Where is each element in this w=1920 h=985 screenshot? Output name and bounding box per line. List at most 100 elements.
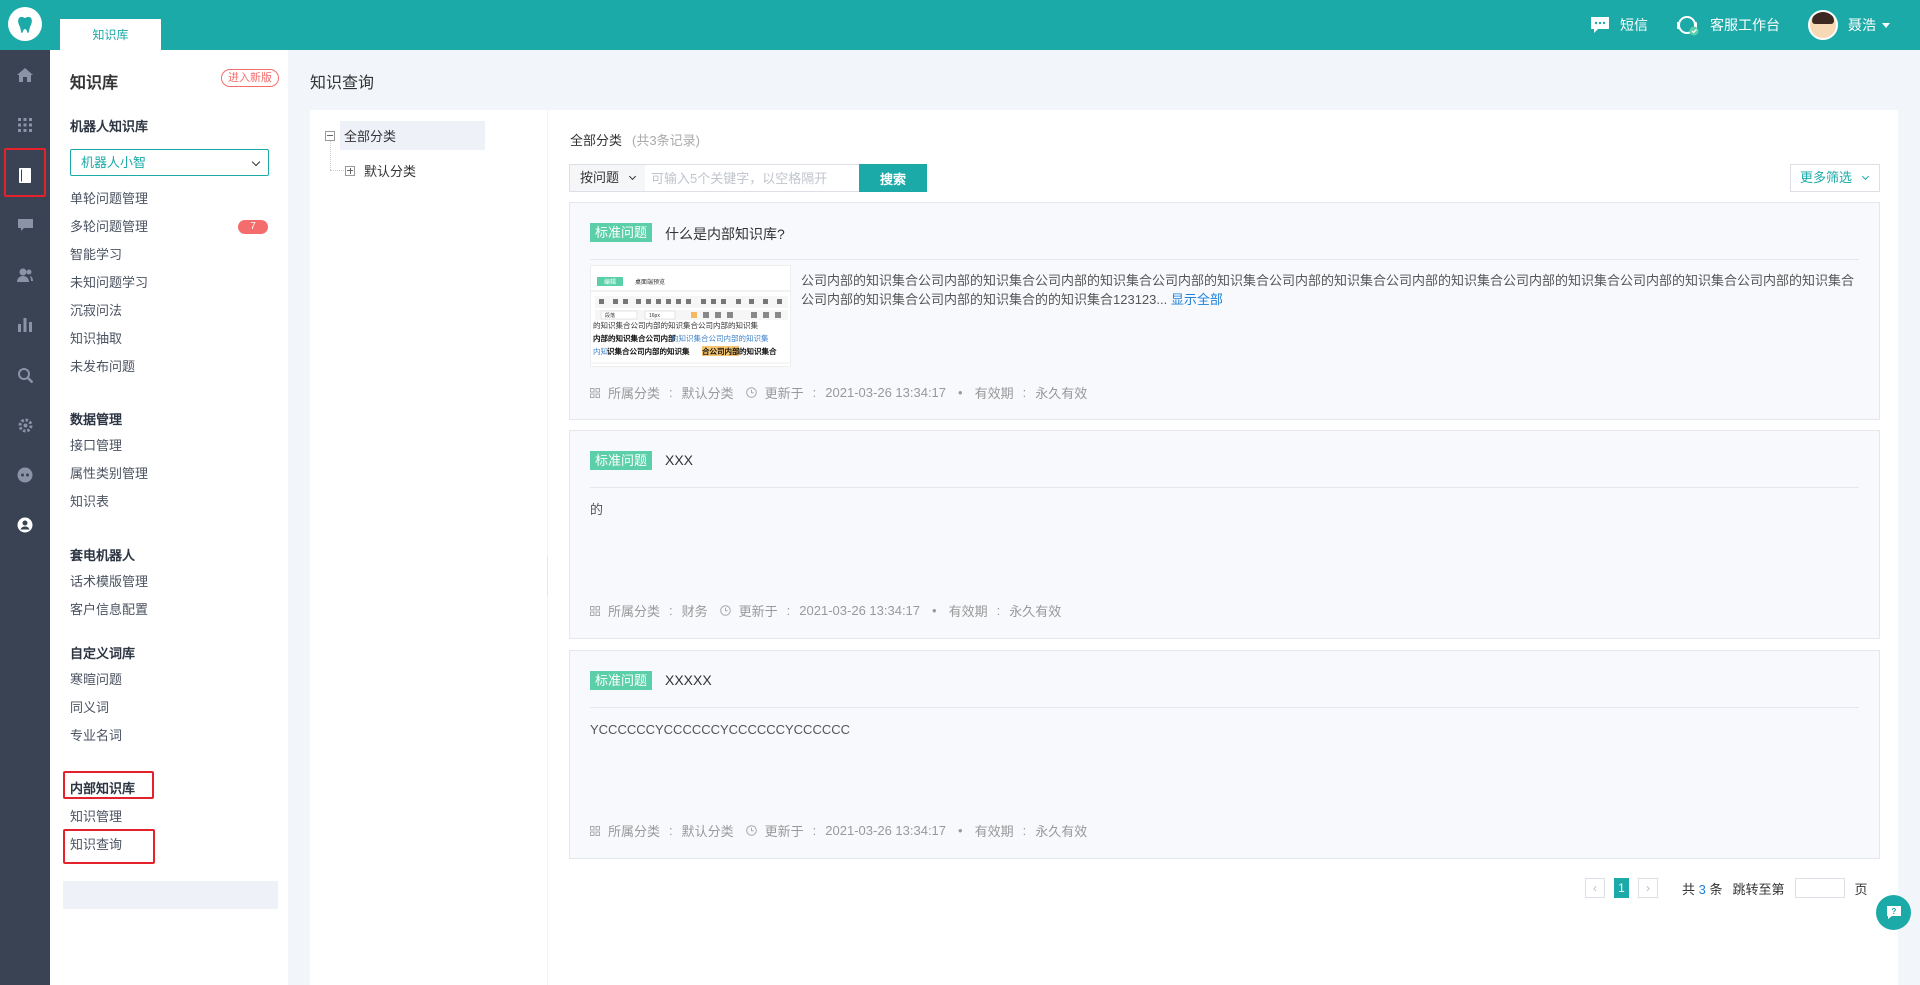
sidebar-item-knowledge-management[interactable]: 知识管理 [70,807,122,827]
user-menu[interactable]: 聂浩 [1808,10,1890,40]
knowledge-card[interactable]: 标准问题 XXXXX YCCCCCCYCCCCCCYCCCCCCYCCCCCC … [569,650,1880,859]
sidebar-item-unknown-questions[interactable]: 未知问题学习 [70,273,148,293]
show-all-link[interactable]: 显示全部 [1171,292,1223,307]
search-button[interactable]: 搜索 [859,164,927,192]
updated-value: 2021-03-26 13:34:17 [825,385,947,400]
updated-value: 2021-03-26 13:34:17 [825,823,947,838]
sms-button[interactable]: 短信 [1590,15,1648,35]
apps-grid-icon[interactable] [0,113,50,137]
valid-value: 永久有效 [1009,604,1062,619]
workbench-button[interactable]: 客服工作台 [1676,14,1780,36]
divider [590,487,1859,488]
search-quality-icon[interactable] [0,363,50,387]
sidebar-item-knowledge-query[interactable]: 知识查询 [70,835,122,855]
tree-node-label: 默认分类 [364,164,417,179]
valid-value: 永久有效 [1035,824,1088,839]
next-page-button[interactable]: › [1638,878,1658,898]
more-filter-label: 更多筛选 [1800,170,1853,185]
jump-page-input[interactable] [1794,878,1845,898]
message-icon [1591,17,1609,33]
home-icon[interactable] [0,63,50,87]
group-internal-kb: 内部知识库 [70,781,136,796]
tree-node-default[interactable]: 默认分类 [345,161,416,180]
search-type-select[interactable]: 按问题 [569,164,646,192]
page-number-current[interactable]: 1 [1614,878,1629,898]
updated-label: 更新于 [764,386,804,401]
pagination: ‹ 1 › 共 3 条 跳转至第 页 [1585,878,1868,898]
chart-icon[interactable] [0,313,50,337]
search-input[interactable] [645,164,860,192]
headset-icon [1677,16,1699,36]
card-meta: 所属分类: 财务 更新于:2021-03-26 13:34:17 • 有效期: 永久… [590,601,1061,620]
multi-turn-badge: 7 [238,220,268,234]
sidebar-item-smart-learning[interactable]: 智能学习 [70,245,122,265]
knowledge-card[interactable]: 标准问题 XXX 的 所属分类: 财务 更新于:2021-03-26 13:34:… [569,430,1880,639]
help-button[interactable]: ? [1876,895,1911,930]
group-call-robot: 套电机器人 [70,548,136,563]
divider [590,259,1859,260]
group-robot-kb: 机器人知识库 [70,119,149,134]
answer-preview: 公司内部的知识集合公司内部的知识集合公司内部的知识集合公司内部的知识集合公司内部… [801,271,1861,309]
chat-icon[interactable] [0,213,50,237]
sidebar-item-knowledge-table[interactable]: 知识表 [70,492,109,512]
sidebar-item-single-turn[interactable]: 单轮问题管理 [70,189,148,209]
sidebar-item-multi-turn[interactable]: 多轮问题管理 [70,217,148,237]
category-value: 默认分类 [681,824,734,839]
robot-icon[interactable] [0,463,50,487]
sidebar-item-knowledge-extraction[interactable]: 知识抽取 [70,329,122,349]
users-icon[interactable] [0,263,50,287]
gear-icon[interactable] [0,413,50,437]
workbench-label: 客服工作台 [1710,17,1780,33]
category-tree-panel [310,110,547,985]
clock-icon [719,605,731,616]
active-item-background [63,881,278,909]
group-data-management: 数据管理 [70,412,123,427]
top-bar: 知识库 短信 客服工作台 聂浩 [0,0,1920,50]
question-title[interactable]: XXX [665,452,693,468]
sidebar-item-synonyms[interactable]: 同义词 [70,698,109,718]
expand-icon[interactable] [345,165,355,176]
sidebar-item-customer-info[interactable]: 客户信息配置 [70,600,148,620]
updated-value: 2021-03-26 13:34:17 [799,603,921,618]
svg-text:桌面端预览: 桌面端预览 [635,278,665,286]
tree-node-all[interactable]: 全部分类 [325,126,396,145]
svg-text:16px: 16px [649,313,660,319]
jump-label: 跳转至第 [1732,881,1785,897]
category-grid-icon [590,825,600,836]
clock-icon [745,387,757,398]
valid-label: 有效期 [974,824,1014,839]
sidebar-item-api[interactable]: 接口管理 [70,436,122,456]
more-filter-button[interactable]: 更多筛选 [1790,164,1880,192]
sidebar-item-terminology[interactable]: 专业名词 [70,726,122,746]
tooth-logo-icon[interactable] [8,7,42,41]
category-label: 所属分类 [608,604,661,619]
answer-text: 的 [590,502,604,517]
sidebar-item-attribute-types[interactable]: 属性类别管理 [70,464,148,484]
sidebar-item-small-talk[interactable]: 寒暄问题 [70,670,122,690]
knowledge-card[interactable]: 标准问题 什么是内部知识库? 编辑 桌面端预览 段落 16px 的知识集合公司内… [569,202,1880,420]
tab-knowledge-base[interactable]: 知识库 [60,17,161,50]
chevron-down-icon [628,172,637,181]
new-version-button[interactable]: 进入新版 [221,69,279,87]
knowledge-sidebar: 知识库 进入新版 机器人知识库 机器人小智 单轮问题管理 多轮问题管理 7 智能… [50,50,288,985]
total-count: 共 3 条 [1682,881,1723,897]
question-title[interactable]: XXXXX [665,672,712,688]
svg-text:识集合公司内部的知识集: 识集合公司内部的知识集 [607,346,690,356]
svg-text:合公司内部: 合公司内部 [702,346,740,356]
updated-label: 更新于 [738,604,778,619]
book-icon[interactable] [0,163,50,187]
search-type-value: 按问题 [580,170,620,185]
account-icon[interactable] [0,513,50,537]
sidebar-item-silent-phrasing[interactable]: 沉寂问法 [70,301,122,321]
answer-thumbnail[interactable]: 编辑 桌面端预览 段落 16px 的知识集合公司内部的知识集合公司内部的知识集 … [590,265,791,367]
category-value: 财务 [681,604,708,619]
sidebar-item-unpublished[interactable]: 未发布问题 [70,357,135,377]
editor-screenshot-image: 编辑 桌面端预览 段落 16px 的知识集合公司内部的知识集合公司内部的知识集 … [591,266,790,366]
collapse-icon[interactable] [325,130,335,141]
sidebar-item-script-templates[interactable]: 话术模版管理 [70,572,148,592]
robot-select[interactable]: 机器人小智 [70,149,269,176]
question-tag: 标准问题 [590,451,653,470]
caret-down-icon [1882,22,1890,28]
question-title[interactable]: 什么是内部知识库? [665,224,785,244]
prev-page-button[interactable]: ‹ [1585,878,1605,898]
